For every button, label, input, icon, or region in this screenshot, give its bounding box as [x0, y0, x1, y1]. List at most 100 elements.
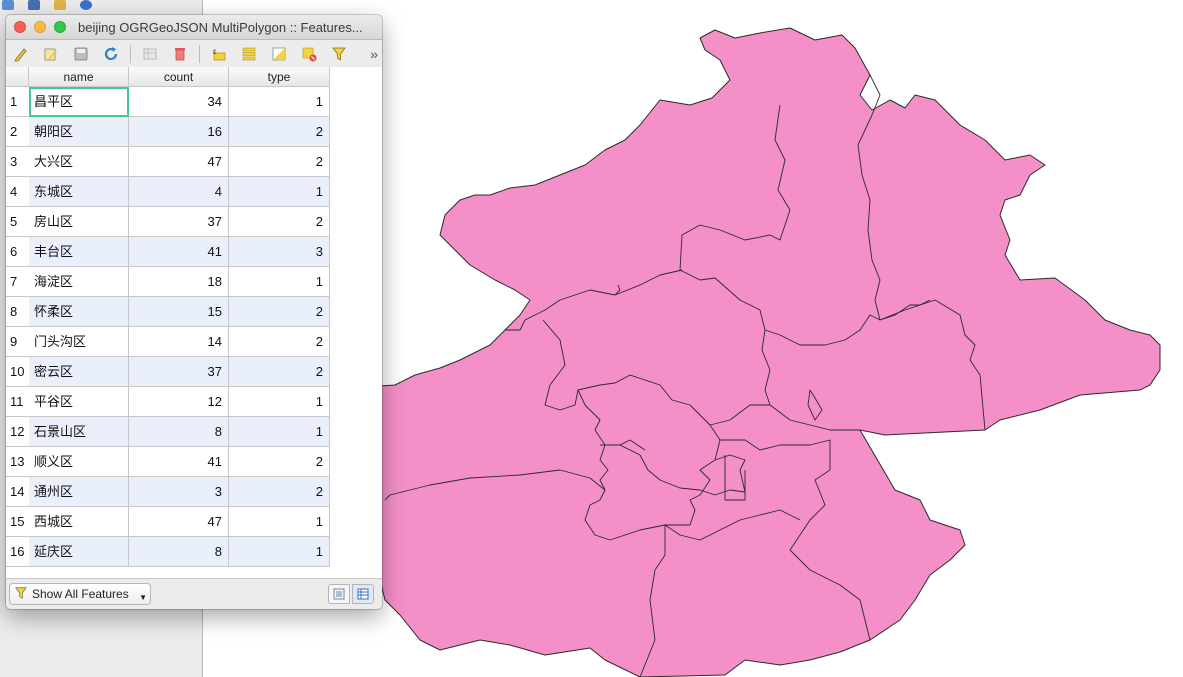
cell-name[interactable]: 石景山区 [29, 417, 129, 447]
cell-type[interactable]: 1 [229, 507, 330, 537]
cell-type[interactable]: 2 [229, 327, 330, 357]
cell-name[interactable]: 昌平区 [29, 87, 129, 117]
cell-name[interactable]: 怀柔区 [29, 297, 129, 327]
table-row[interactable]: 11 平谷区 12 1 [6, 387, 330, 417]
cell-name[interactable]: 平谷区 [29, 387, 129, 417]
row-number[interactable]: 9 [6, 327, 29, 357]
table-row[interactable]: 10 密云区 37 2 [6, 357, 330, 387]
window-titlebar[interactable]: beijing OGRGeoJSON MultiPolygon :: Featu… [6, 15, 382, 40]
cell-type[interactable]: 2 [229, 207, 330, 237]
delete-selected-icon[interactable] [169, 43, 191, 65]
cell-count[interactable]: 41 [129, 447, 229, 477]
column-header-count[interactable]: count [129, 67, 229, 87]
cell-type[interactable]: 1 [229, 417, 330, 447]
row-number[interactable]: 10 [6, 357, 29, 387]
row-number[interactable]: 8 [6, 297, 29, 327]
cell-type[interactable]: 1 [229, 387, 330, 417]
row-number[interactable]: 7 [6, 267, 29, 297]
cell-count[interactable]: 41 [129, 237, 229, 267]
cell-count[interactable]: 4 [129, 177, 229, 207]
zoom-window-button[interactable] [54, 21, 66, 33]
row-number[interactable]: 5 [6, 207, 29, 237]
row-number[interactable]: 13 [6, 447, 29, 477]
row-number[interactable]: 11 [6, 387, 29, 417]
filter-icon[interactable] [328, 43, 350, 65]
attribute-table-window[interactable]: beijing OGRGeoJSON MultiPolygon :: Featu… [6, 15, 382, 609]
cell-type[interactable]: 2 [229, 117, 330, 147]
row-number[interactable]: 14 [6, 477, 29, 507]
cell-type[interactable]: 1 [229, 267, 330, 297]
table-view-button[interactable] [352, 584, 374, 604]
table-row[interactable]: 3 大兴区 47 2 [6, 147, 330, 177]
row-number[interactable]: 15 [6, 507, 29, 537]
header-corner[interactable] [6, 67, 29, 87]
table-row[interactable]: 13 顺义区 41 2 [6, 447, 330, 477]
table-row[interactable]: 2 朝阳区 16 2 [6, 117, 330, 147]
cell-count[interactable]: 8 [129, 417, 229, 447]
save-edits-icon[interactable] [70, 43, 92, 65]
table-row[interactable]: 15 西城区 47 1 [6, 507, 330, 537]
cell-name[interactable]: 房山区 [29, 207, 129, 237]
cell-name[interactable]: 大兴区 [29, 147, 129, 177]
toolbar-overflow-button[interactable]: » [370, 46, 378, 62]
row-number[interactable]: 6 [6, 237, 29, 267]
select-all-icon[interactable] [238, 43, 260, 65]
cell-type[interactable]: 2 [229, 297, 330, 327]
attribute-table[interactable]: name count type 1 昌平区 34 1 2 朝阳区 16 2 3 大兴区 47 2 4 东城… [6, 67, 382, 578]
table-row[interactable]: 14 通州区 3 2 [6, 477, 330, 507]
table-row[interactable]: 7 海淀区 18 1 [6, 267, 330, 297]
select-by-expression-icon[interactable]: ε [208, 43, 230, 65]
cell-name[interactable]: 海淀区 [29, 267, 129, 297]
cell-name[interactable]: 通州区 [29, 477, 129, 507]
cell-name[interactable]: 东城区 [29, 177, 129, 207]
minimize-window-button[interactable] [34, 21, 46, 33]
cell-count[interactable]: 16 [129, 117, 229, 147]
deselect-all-icon[interactable] [298, 43, 320, 65]
table-row[interactable]: 16 延庆区 8 1 [6, 537, 330, 567]
cell-name[interactable]: 丰台区 [29, 237, 129, 267]
background-tool-icon[interactable] [2, 0, 14, 10]
cell-count[interactable]: 47 [129, 507, 229, 537]
cell-count[interactable]: 14 [129, 327, 229, 357]
column-header-type[interactable]: type [229, 67, 330, 87]
cell-count[interactable]: 3 [129, 477, 229, 507]
multi-edit-icon[interactable] [40, 43, 62, 65]
cell-name[interactable]: 西城区 [29, 507, 129, 537]
cell-type[interactable]: 3 [229, 237, 330, 267]
row-number[interactable]: 1 [6, 87, 29, 117]
background-layer-icon[interactable] [54, 0, 66, 10]
invert-selection-icon[interactable] [268, 43, 290, 65]
cell-count[interactable]: 8 [129, 537, 229, 567]
toggle-editing-icon[interactable] [10, 43, 32, 65]
cell-type[interactable]: 2 [229, 147, 330, 177]
cell-type[interactable]: 2 [229, 447, 330, 477]
cell-type[interactable]: 1 [229, 177, 330, 207]
cell-count[interactable]: 47 [129, 147, 229, 177]
background-filter-icon[interactable] [28, 0, 40, 10]
cell-count[interactable]: 15 [129, 297, 229, 327]
table-row[interactable]: 5 房山区 37 2 [6, 207, 330, 237]
table-row[interactable]: 4 东城区 4 1 [6, 177, 330, 207]
row-number[interactable]: 16 [6, 537, 29, 567]
close-window-button[interactable] [14, 21, 26, 33]
row-number[interactable]: 12 [6, 417, 29, 447]
table-row[interactable]: 9 门头沟区 14 2 [6, 327, 330, 357]
table-row[interactable]: 12 石景山区 8 1 [6, 417, 330, 447]
cell-count[interactable]: 37 [129, 357, 229, 387]
row-number[interactable]: 2 [6, 117, 29, 147]
cell-name[interactable]: 朝阳区 [29, 117, 129, 147]
cell-name[interactable]: 密云区 [29, 357, 129, 387]
cell-type[interactable]: 2 [229, 357, 330, 387]
cell-name[interactable]: 门头沟区 [29, 327, 129, 357]
cell-type[interactable]: 1 [229, 87, 330, 117]
background-info-icon[interactable] [80, 0, 92, 10]
cell-count[interactable]: 37 [129, 207, 229, 237]
column-header-name[interactable]: name [29, 67, 129, 87]
cell-count[interactable]: 18 [129, 267, 229, 297]
cell-type[interactable]: 2 [229, 477, 330, 507]
cell-name[interactable]: 延庆区 [29, 537, 129, 567]
cell-count[interactable]: 34 [129, 87, 229, 117]
form-view-button[interactable] [328, 584, 350, 604]
row-number[interactable]: 4 [6, 177, 29, 207]
reload-icon[interactable] [100, 43, 122, 65]
